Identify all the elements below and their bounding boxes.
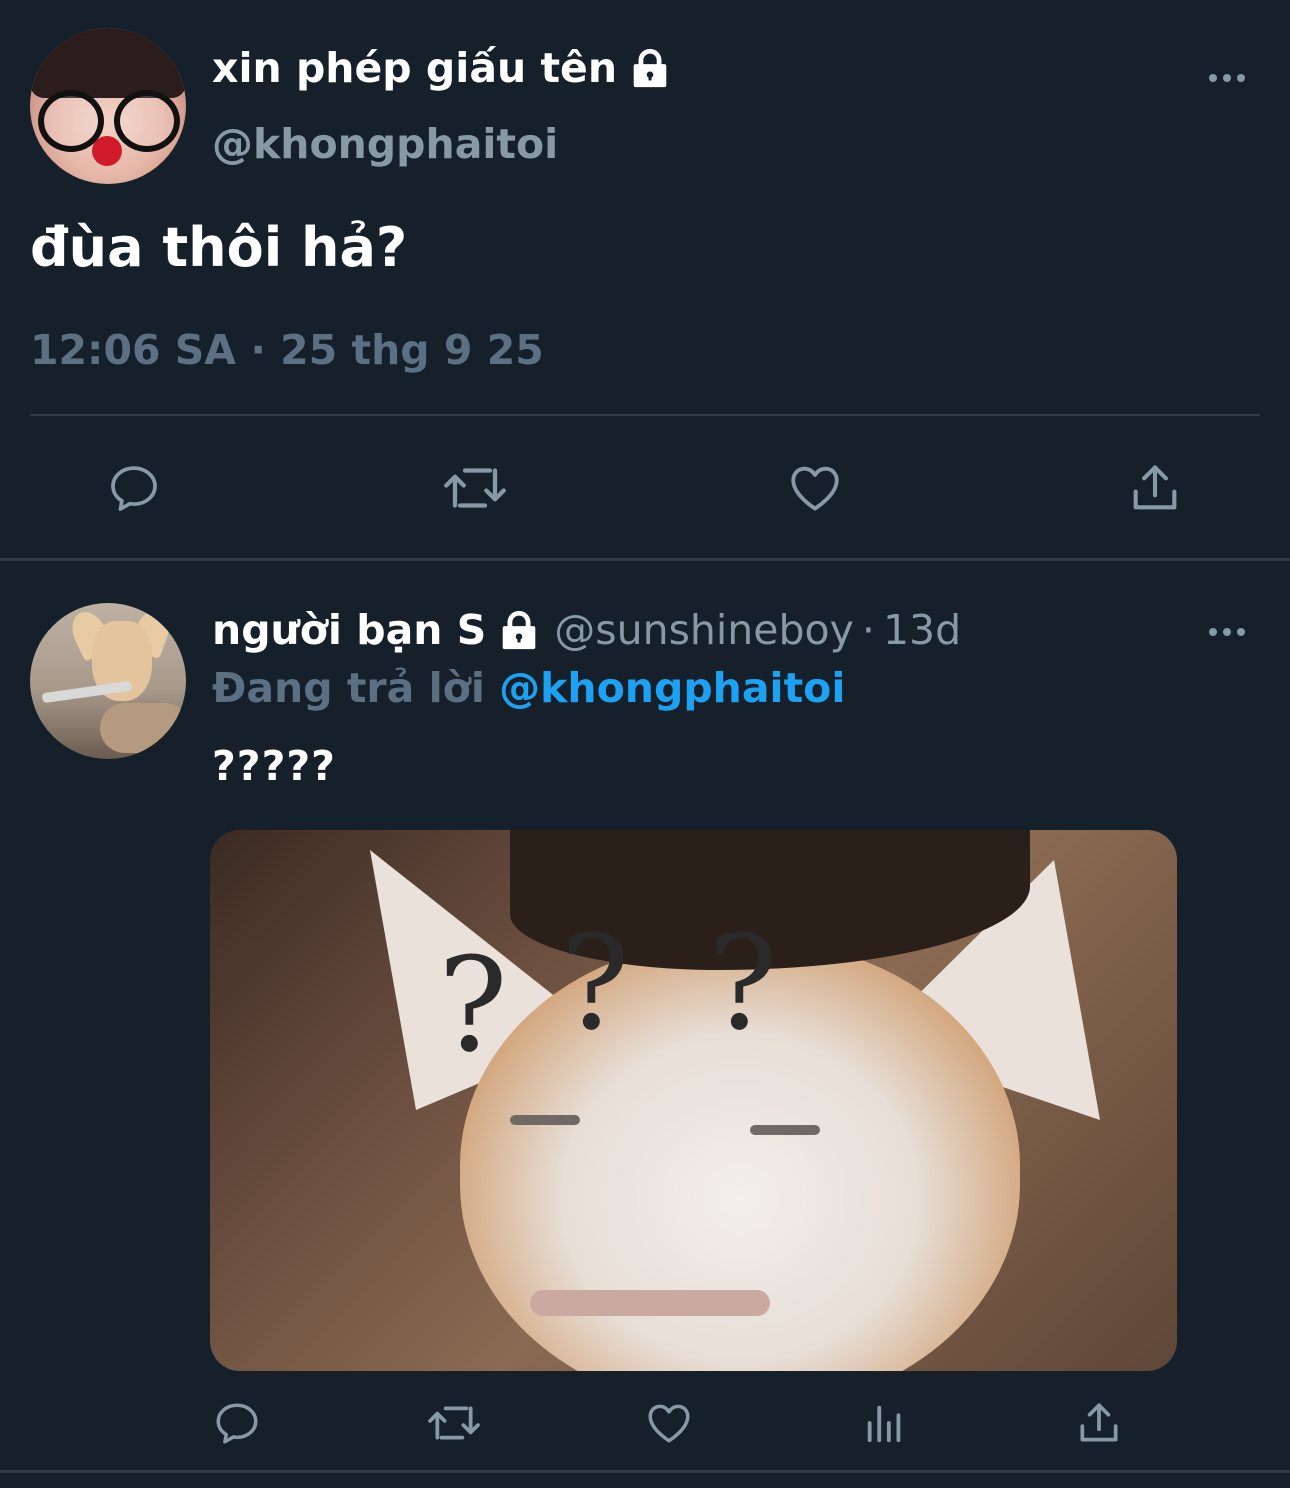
cat-eye-right [750,1125,820,1135]
like-icon[interactable] [644,1398,694,1448]
replying-prefix: Đang trả lời [212,664,485,712]
more-options-icon[interactable] [1206,66,1248,90]
reply-header: người bạn S @sunshineboy · 13d [212,606,961,654]
display-name[interactable]: xin phép giấu tên [212,44,617,92]
tweet-text: ????? [212,742,336,790]
mention-link[interactable]: @khongphaitoi [499,664,845,712]
like-icon[interactable] [786,458,844,518]
tweet-text: đùa thôi hả? [30,216,408,279]
retweet-icon[interactable] [424,1398,484,1448]
more-options-icon[interactable] [1206,620,1248,644]
user-handle[interactable]: @sunshineboy [554,606,854,654]
separator-dot: · [861,606,875,654]
divider [30,414,1260,416]
reply-icon[interactable] [106,458,162,518]
share-icon[interactable] [1126,458,1184,518]
avatar-hair [30,28,186,98]
avatar-red-nose [92,136,122,166]
retweet-icon[interactable] [440,458,510,518]
tweet-timestamp[interactable]: 12:06 SA · 25 thg 9 25 [30,326,544,374]
question-mark-doodle: ? [560,907,630,1059]
cat-eye-left [510,1115,580,1125]
avatar[interactable] [30,28,186,184]
avatar-glasses-right [114,90,180,152]
replying-to: Đang trả lời @khongphaitoi [212,664,845,712]
share-icon[interactable] [1074,1398,1124,1448]
lock-icon [627,45,673,91]
tweet-age[interactable]: 13d [883,606,961,654]
avatar[interactable] [30,603,186,759]
lock-icon [496,607,542,653]
cat-mouth [530,1290,770,1316]
reply-icon[interactable] [212,1398,262,1448]
user-handle[interactable]: @khongphaitoi [212,120,558,168]
avatar-pillow [100,703,186,753]
divider [0,1470,1290,1473]
display-name-row[interactable]: xin phép giấu tên [212,44,673,92]
tweet-media-image[interactable]: ? ? ? [210,830,1177,1371]
question-mark-doodle: ? [708,907,778,1059]
question-mark-doodle: ? [438,929,508,1081]
analytics-icon[interactable] [862,1398,908,1448]
display-name[interactable]: người bạn S [212,606,486,654]
